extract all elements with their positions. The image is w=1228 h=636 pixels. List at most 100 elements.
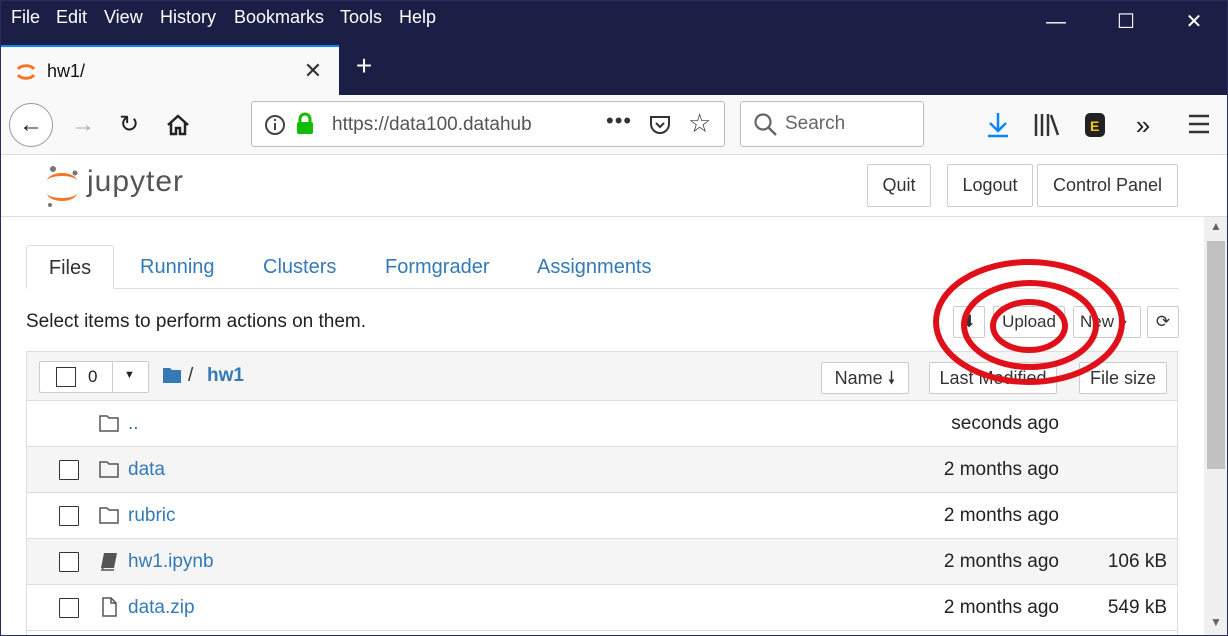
caret-down-icon[interactable]: ▼ <box>124 369 135 381</box>
browser-tab[interactable]: hw1/ ✕ <box>1 45 339 95</box>
quit-button[interactable]: Quit <box>867 164 931 207</box>
extension-icon[interactable]: E <box>1083 111 1107 139</box>
url-text[interactable]: https://data100.datahub <box>332 114 554 136</box>
row-checkbox[interactable] <box>59 460 79 480</box>
jupyter-header: jupyter Quit Logout Control Panel <box>1 155 1227 217</box>
file-modified: 2 months ago <box>943 505 1059 526</box>
refresh-icon[interactable]: ⟳ <box>1147 306 1179 338</box>
jupyter-tabs: Files Running Clusters Formgrader Assign… <box>26 245 1178 289</box>
folder-icon[interactable] <box>162 366 182 384</box>
list-item[interactable]: rubric 2 months ago <box>27 493 1177 539</box>
control-panel-button[interactable]: Control Panel <box>1037 164 1178 207</box>
browser-window: File Edit View History Bookmarks Tools H… <box>0 0 1228 636</box>
folder-icon <box>99 507 119 524</box>
home-icon[interactable] <box>160 107 196 143</box>
folder-icon <box>99 461 119 478</box>
caret-down-icon: ▼ <box>1118 318 1129 330</box>
tab-files[interactable]: Files <box>26 245 114 289</box>
sort-modified-button[interactable]: Last Modified <box>929 362 1057 394</box>
list-item[interactable]: data.zip 2 months ago 549 kB <box>27 585 1177 631</box>
jupyter-favicon-icon <box>16 64 36 80</box>
tab-formgrader[interactable]: Formgrader <box>385 245 489 289</box>
search-icon <box>754 113 777 136</box>
window-close-icon[interactable]: ✕ <box>1179 7 1209 37</box>
scrollbar-thumb[interactable] <box>1207 241 1225 469</box>
forward-icon[interactable]: → <box>65 107 101 143</box>
file-name[interactable]: hw1.ipynb <box>128 551 214 573</box>
row-checkbox[interactable] <box>59 598 79 618</box>
selected-count: 0 <box>88 367 98 386</box>
file-size: 106 kB <box>1107 551 1167 572</box>
tab-clusters[interactable]: Clusters <box>263 245 336 289</box>
library-icon[interactable] <box>1033 112 1061 138</box>
sort-name-button[interactable]: Name 🠗 <box>821 362 909 394</box>
url-bar[interactable]: https://data100.datahub ••• ☆ <box>251 101 725 147</box>
download-icon[interactable] <box>985 111 1011 139</box>
page-actions-icon[interactable]: ••• <box>606 108 632 134</box>
path-separator: / <box>188 365 194 386</box>
file-modified: seconds ago <box>951 413 1059 434</box>
hamburger-menu-icon[interactable] <box>1187 113 1211 135</box>
sort-size-button[interactable]: File size <box>1079 362 1167 394</box>
folder-icon <box>99 415 119 432</box>
menu-file[interactable]: File <box>11 7 40 28</box>
list-item[interactable]: data 2 months ago <box>27 447 1177 493</box>
list-item[interactable]: hw1.ipynb 2 months ago 106 kB <box>27 539 1177 585</box>
tab-strip: hw1/ ✕ + <box>1 41 1227 95</box>
new-tab-icon[interactable]: + <box>349 49 379 83</box>
bookmark-star-icon[interactable]: ☆ <box>688 108 711 139</box>
minimize-icon[interactable]: — <box>1041 7 1071 37</box>
menu-history[interactable]: History <box>160 7 216 28</box>
file-list: 0 ▼ / hw1 Name 🠗 Last Modified File size… <box>26 351 1178 635</box>
list-item[interactable]: .. seconds ago <box>27 401 1177 447</box>
notebook-icon <box>100 553 117 571</box>
row-checkbox[interactable] <box>59 506 79 526</box>
breadcrumb-folder[interactable]: hw1 <box>207 365 244 387</box>
file-modified: 2 months ago <box>943 597 1059 618</box>
maximize-icon[interactable]: ☐ <box>1111 7 1141 37</box>
menu-edit[interactable]: Edit <box>56 7 87 28</box>
row-checkbox[interactable] <box>59 552 79 572</box>
menu-help[interactable]: Help <box>399 7 436 28</box>
sort-name-label: Name <box>834 368 883 388</box>
tab-close-icon[interactable]: ✕ <box>299 57 327 85</box>
file-name[interactable]: .. <box>128 413 139 435</box>
jupyter-logo-icon[interactable] <box>41 163 83 211</box>
search-input[interactable] <box>785 112 915 136</box>
select-all-checkbox[interactable] <box>56 367 76 387</box>
navigation-bar: ← → ↻ https://data100.datahub ••• ☆ E » <box>1 95 1227 155</box>
reload-icon[interactable]: ↻ <box>111 107 147 143</box>
new-dropdown-button[interactable]: New ▼ <box>1073 306 1141 338</box>
scroll-down-icon[interactable]: ▼ <box>1204 615 1227 635</box>
back-icon[interactable]: ← <box>9 103 53 147</box>
info-icon[interactable] <box>264 114 286 136</box>
selection-hint: Select items to perform actions on them. <box>26 311 367 332</box>
tab-assignments[interactable]: Assignments <box>537 245 652 289</box>
file-list-header: 0 ▼ / hw1 Name 🠗 Last Modified File size <box>27 352 1177 401</box>
tab-running[interactable]: Running <box>140 245 215 289</box>
scroll-up-icon[interactable]: ▲ <box>1204 219 1227 239</box>
file-name[interactable]: rubric <box>128 505 176 527</box>
jupyter-logo-text[interactable]: jupyter <box>87 165 184 199</box>
divider <box>112 362 113 392</box>
svg-text:E: E <box>1090 118 1099 134</box>
file-icon <box>102 597 117 617</box>
pocket-icon[interactable] <box>648 113 672 137</box>
file-name[interactable]: data <box>128 459 165 481</box>
menu-bookmarks[interactable]: Bookmarks <box>234 7 324 28</box>
upload-arrow-icon[interactable]: ⬇ <box>953 306 985 338</box>
select-all-control[interactable]: 0 ▼ <box>39 361 149 393</box>
file-modified: 2 months ago <box>943 459 1059 480</box>
tab-title: hw1/ <box>47 61 86 81</box>
new-label: New <box>1080 312 1115 331</box>
file-name[interactable]: data.zip <box>128 597 195 619</box>
logout-button[interactable]: Logout <box>947 164 1033 207</box>
menu-view[interactable]: View <box>104 7 143 28</box>
overflow-chevron-icon[interactable]: » <box>1125 107 1161 143</box>
file-modified: 2 months ago <box>943 551 1059 572</box>
menu-tools[interactable]: Tools <box>340 7 382 28</box>
search-box[interactable] <box>740 101 924 147</box>
page-scrollbar[interactable]: ▲ ▼ <box>1204 217 1227 635</box>
upload-button[interactable]: Upload <box>993 306 1065 338</box>
file-size: 549 kB <box>1107 597 1167 618</box>
